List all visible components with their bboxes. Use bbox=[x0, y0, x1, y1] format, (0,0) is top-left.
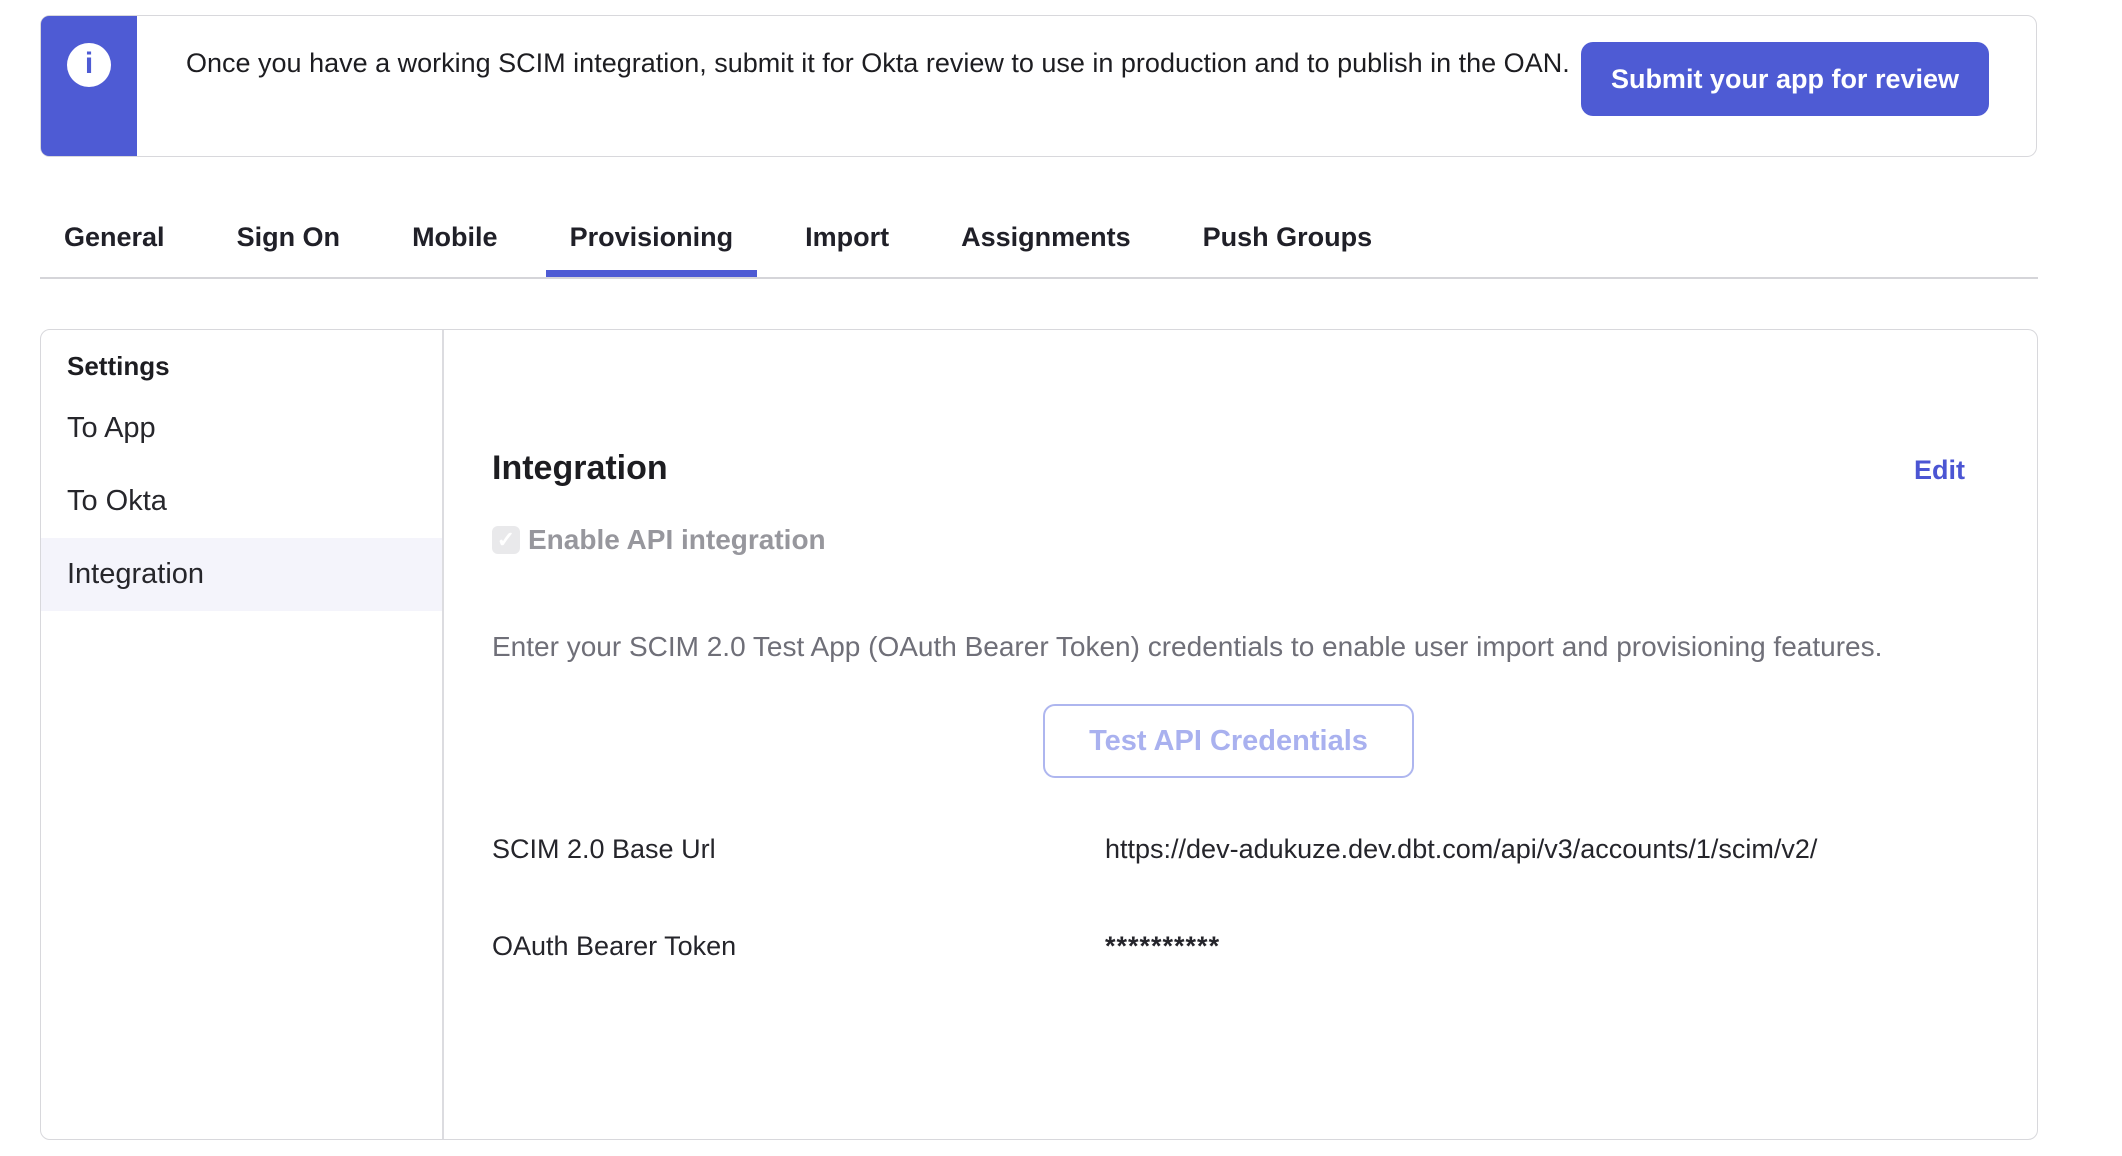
submit-app-for-review-button[interactable]: Submit your app for review bbox=[1581, 42, 1989, 116]
tab-provisioning[interactable]: Provisioning bbox=[546, 205, 758, 277]
tab-mobile[interactable]: Mobile bbox=[388, 205, 522, 277]
provisioning-card: Settings To App To Okta Integration Inte… bbox=[40, 329, 2038, 1140]
checkmark-icon: ✓ bbox=[497, 529, 515, 551]
oauth-bearer-token-row: OAuth Bearer Token ********** bbox=[492, 931, 1965, 962]
integration-header: Integration Edit bbox=[492, 446, 1965, 490]
settings-sidebar: Settings To App To Okta Integration bbox=[41, 330, 444, 1139]
oauth-bearer-token-value: ********** bbox=[1105, 931, 1220, 962]
tab-sign-on[interactable]: Sign On bbox=[213, 205, 365, 277]
info-icon: i bbox=[67, 43, 111, 87]
test-credentials-row: Test API Credentials bbox=[492, 704, 1965, 778]
tab-assignments[interactable]: Assignments bbox=[937, 205, 1155, 277]
scim-base-url-row: SCIM 2.0 Base Url https://dev-adukuze.de… bbox=[492, 834, 1965, 865]
sidebar-item-integration[interactable]: Integration bbox=[41, 538, 442, 611]
sidebar-list: To App To Okta Integration bbox=[41, 392, 442, 611]
enable-api-integration-label: Enable API integration bbox=[528, 524, 826, 556]
tab-general[interactable]: General bbox=[40, 205, 189, 277]
tab-push-groups[interactable]: Push Groups bbox=[1179, 205, 1397, 277]
app-tab-bar: General Sign On Mobile Provisioning Impo… bbox=[40, 205, 2038, 279]
page-title: Integration bbox=[492, 446, 668, 490]
banner-message: Once you have a working SCIM integration… bbox=[186, 38, 1591, 156]
edit-link[interactable]: Edit bbox=[1914, 455, 1965, 486]
integration-panel: Integration Edit ✓ Enable API integratio… bbox=[444, 330, 2037, 1139]
scim-base-url-value: https://dev-adukuze.dev.dbt.com/api/v3/a… bbox=[1105, 834, 1817, 865]
tab-import[interactable]: Import bbox=[781, 205, 913, 277]
info-banner: i Once you have a working SCIM integrati… bbox=[40, 15, 2037, 157]
info-banner-accent: i bbox=[41, 16, 137, 156]
sidebar-item-to-app[interactable]: To App bbox=[41, 392, 442, 465]
oauth-bearer-token-label: OAuth Bearer Token bbox=[492, 931, 1105, 962]
test-api-credentials-button[interactable]: Test API Credentials bbox=[1043, 704, 1414, 778]
enable-api-integration-row: ✓ Enable API integration bbox=[492, 524, 1965, 556]
enable-api-integration-checkbox: ✓ bbox=[492, 526, 520, 554]
sidebar-header: Settings bbox=[41, 350, 442, 382]
credentials-description: Enter your SCIM 2.0 Test App (OAuth Bear… bbox=[492, 630, 1965, 664]
scim-base-url-label: SCIM 2.0 Base Url bbox=[492, 834, 1105, 865]
sidebar-item-to-okta[interactable]: To Okta bbox=[41, 465, 442, 538]
